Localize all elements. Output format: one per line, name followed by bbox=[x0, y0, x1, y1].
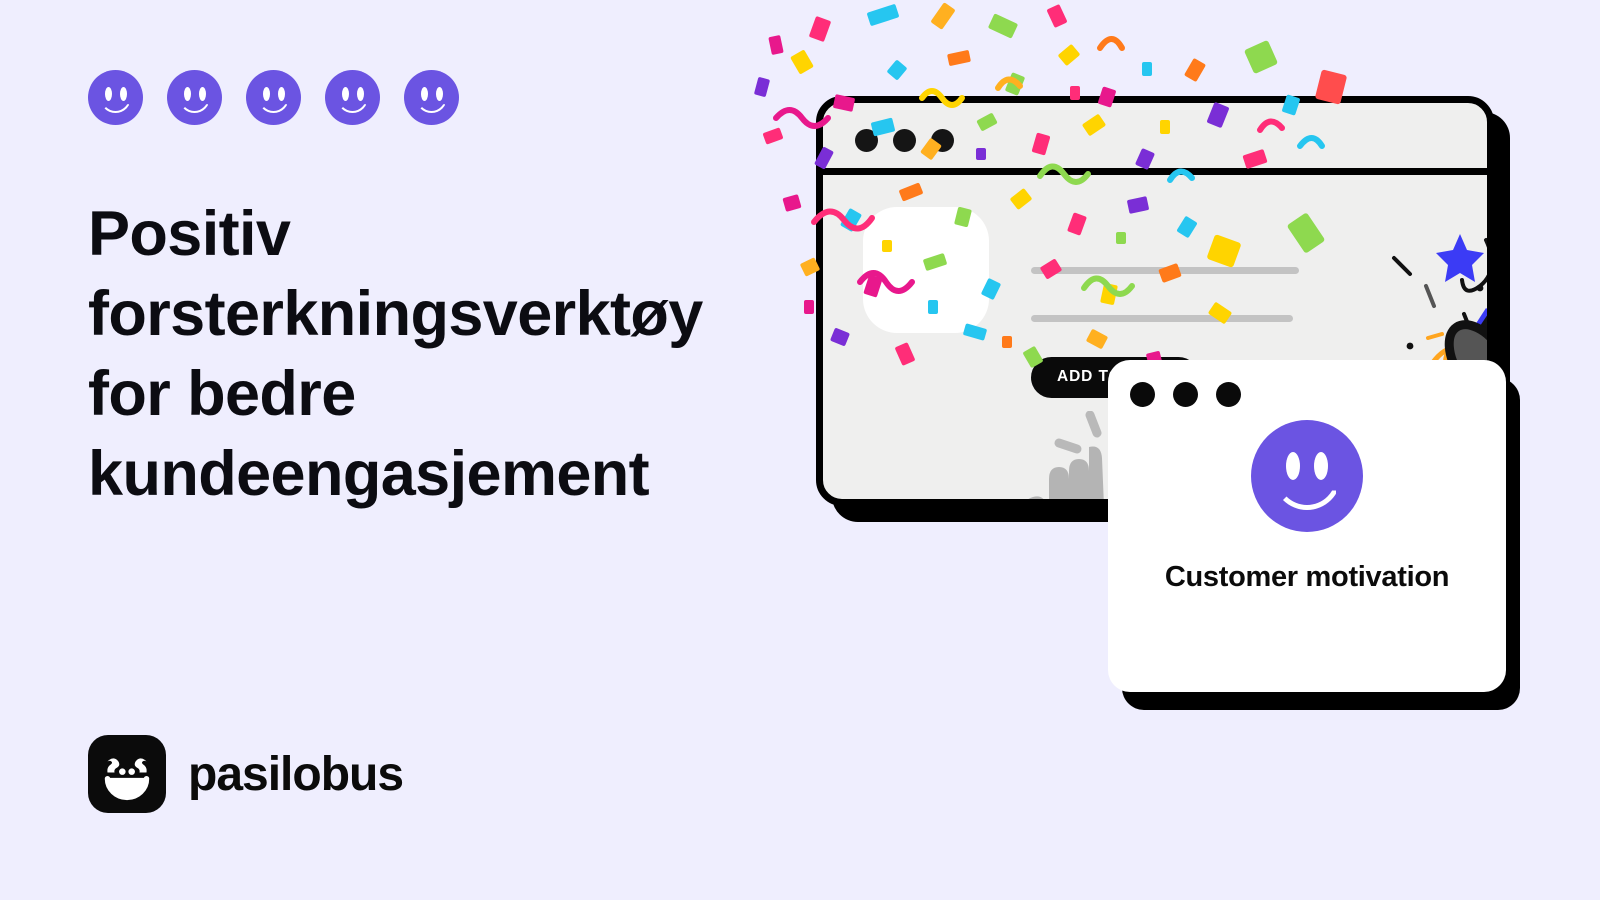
hero-illustration: ADD TO CART bbox=[740, 0, 1600, 900]
smiley-logo-icon bbox=[88, 735, 166, 813]
browser-titlebar bbox=[823, 103, 1487, 175]
smile-mouth bbox=[179, 96, 210, 113]
text-placeholder-line-2 bbox=[1031, 315, 1293, 322]
smiley-icon-3 bbox=[246, 70, 301, 125]
smiley-icon-2 bbox=[167, 70, 222, 125]
card-title: Customer motivation bbox=[1164, 561, 1450, 593]
text-placeholder-line-1 bbox=[1031, 267, 1299, 274]
poster-canvas: Positiv forsterkningsverktøy for bedre k… bbox=[0, 0, 1600, 900]
customer-motivation-card: Customer motivation bbox=[1108, 360, 1506, 692]
smile-mouth bbox=[337, 96, 368, 113]
card-dot-2[interactable] bbox=[1173, 382, 1198, 407]
product-thumbnail bbox=[863, 207, 989, 333]
card-dot-1[interactable] bbox=[1130, 382, 1155, 407]
card-titlebar-dots bbox=[1130, 382, 1241, 407]
brand-logo: pasilobus bbox=[88, 735, 404, 813]
smile-mouth bbox=[1273, 472, 1341, 510]
smile-mouth bbox=[258, 96, 289, 113]
smiley-face-icon bbox=[1251, 420, 1363, 532]
smiley-icon-5 bbox=[404, 70, 459, 125]
traffic-light-dot-green[interactable] bbox=[931, 129, 954, 152]
left-content-column: Positiv forsterkningsverktøy for bedre k… bbox=[88, 0, 768, 900]
brand-wordmark: pasilobus bbox=[188, 747, 404, 801]
traffic-light-dot-yellow[interactable] bbox=[893, 129, 916, 152]
card-dot-3[interactable] bbox=[1216, 382, 1241, 407]
smiley-icon-1 bbox=[88, 70, 143, 125]
page-title: Positiv forsterkningsverktøy for bedre k… bbox=[88, 199, 703, 510]
smiley-icon-4 bbox=[325, 70, 380, 125]
smiley-rating-row bbox=[88, 70, 459, 125]
smile-mouth bbox=[100, 96, 131, 113]
smile-mouth bbox=[416, 96, 447, 113]
traffic-light-dot-red[interactable] bbox=[855, 129, 878, 152]
